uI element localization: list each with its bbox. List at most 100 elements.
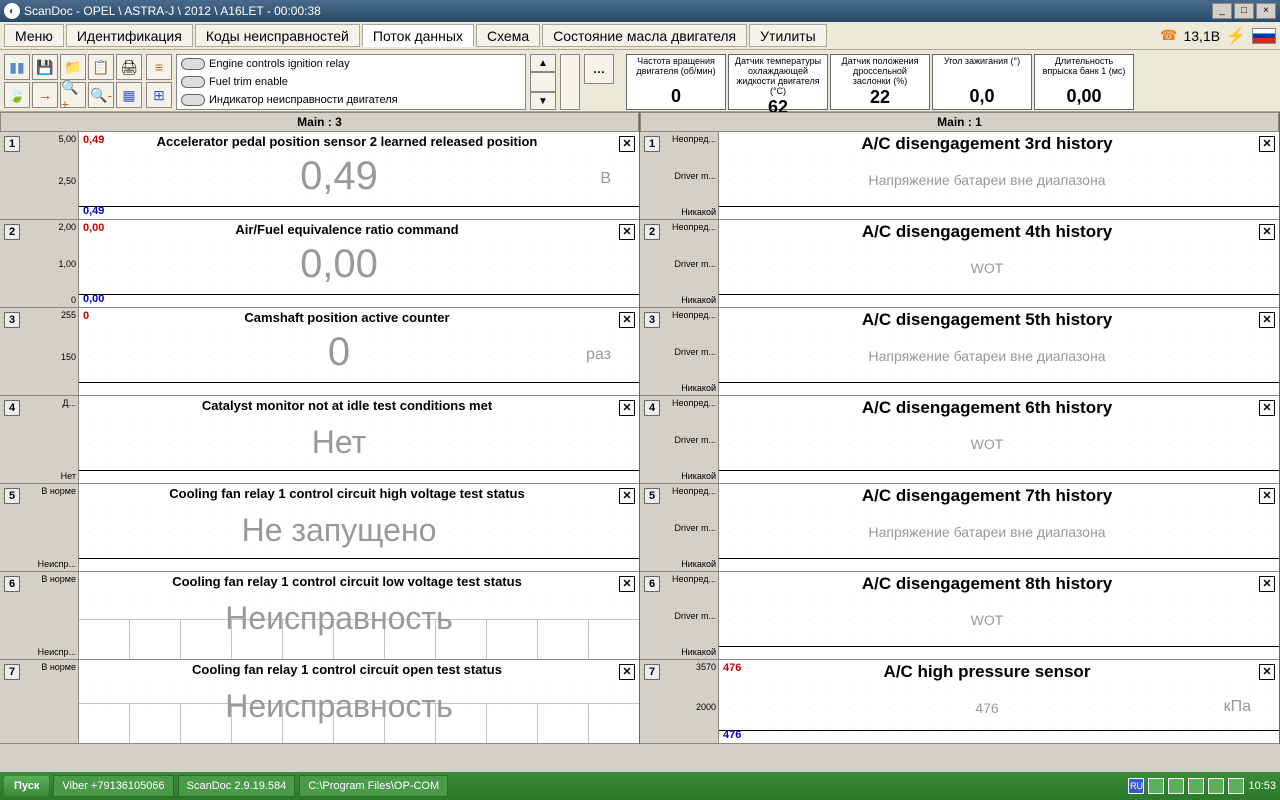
chart-area[interactable]: A/C disengagement 3rd historyНапряжение … xyxy=(718,132,1279,219)
chart-area[interactable]: A/C disengagement 7th historyНапряжение … xyxy=(718,484,1279,571)
taskbar-task[interactable]: Viber +79136105066 xyxy=(53,775,173,797)
item-close-button[interactable]: ✕ xyxy=(619,576,635,592)
item-number[interactable]: 3 xyxy=(644,312,660,328)
item-close-button[interactable]: ✕ xyxy=(619,664,635,680)
gauge-label: Угол зажигания (°) xyxy=(944,57,1020,67)
item-close-button[interactable]: ✕ xyxy=(1259,576,1275,592)
item-number[interactable]: 2 xyxy=(644,224,660,240)
param-label: Fuel trim enable xyxy=(209,76,288,88)
tray-icon[interactable] xyxy=(1148,778,1164,794)
flag-ru-icon[interactable] xyxy=(1252,28,1276,44)
item-number[interactable]: 4 xyxy=(644,400,660,416)
scroll-track[interactable] xyxy=(530,72,556,92)
item-close-button[interactable]: ✕ xyxy=(619,224,635,240)
tab-2[interactable]: Коды неисправностей xyxy=(195,24,360,47)
item-title: A/C disengagement 3rd history xyxy=(719,134,1255,154)
y-axis: 22,001,000 xyxy=(0,220,78,307)
folder-button[interactable]: 📁 xyxy=(60,54,86,80)
item-title: A/C disengagement 5th history xyxy=(719,310,1255,330)
tab-6[interactable]: Утилиты xyxy=(749,24,827,47)
zoom-out-button[interactable]: 🔍- xyxy=(88,82,114,108)
tray-clock: 10:53 xyxy=(1248,780,1276,792)
item-number[interactable]: 3 xyxy=(4,312,20,328)
item-number[interactable]: 5 xyxy=(644,488,660,504)
tray-icon[interactable] xyxy=(1228,778,1244,794)
item-close-button[interactable]: ✕ xyxy=(619,312,635,328)
item-number[interactable]: 6 xyxy=(644,576,660,592)
minimize-button[interactable]: _ xyxy=(1212,3,1232,19)
tab-1[interactable]: Идентификация xyxy=(66,24,193,47)
scroll-up-button[interactable]: ▲ xyxy=(530,54,556,72)
item-close-button[interactable]: ✕ xyxy=(619,400,635,416)
leaf-button[interactable]: 🍃 xyxy=(4,82,30,108)
tray-icon[interactable] xyxy=(1208,778,1224,794)
item-close-button[interactable]: ✕ xyxy=(619,488,635,504)
chart-area[interactable]: A/C disengagement 6th historyWOT✕ xyxy=(718,396,1279,483)
tab-5[interactable]: Состояние масла двигателя xyxy=(542,24,747,47)
tray-lang[interactable]: RU xyxy=(1128,778,1144,794)
chart-area[interactable]: Catalyst monitor not at idle test condit… xyxy=(78,396,639,483)
copy-button[interactable]: 📋 xyxy=(88,54,114,80)
mark-bot: 0,00 xyxy=(83,293,104,305)
maximize-button[interactable]: □ xyxy=(1234,3,1254,19)
tray-icon[interactable] xyxy=(1168,778,1184,794)
item-number[interactable]: 1 xyxy=(4,136,20,152)
more-button[interactable]: … xyxy=(584,54,614,84)
param-row[interactable]: Fuel trim enable xyxy=(177,73,525,91)
item-number[interactable]: 6 xyxy=(4,576,20,592)
item-close-button[interactable]: ✕ xyxy=(619,136,635,152)
zoom-in-button[interactable]: 🔍+ xyxy=(60,82,86,108)
tab-0[interactable]: Меню xyxy=(4,24,64,47)
print-button[interactable]: 🖨 xyxy=(116,54,142,80)
param-row[interactable]: Клапан продувки адсорбера xyxy=(177,109,525,110)
item-number[interactable]: 2 xyxy=(4,224,20,240)
item-close-button[interactable]: ✕ xyxy=(1259,488,1275,504)
item-subvalue: WOT xyxy=(719,260,1255,276)
chart-area[interactable]: A/C disengagement 4th historyWOT✕ xyxy=(718,220,1279,307)
item-close-button[interactable]: ✕ xyxy=(1259,312,1275,328)
close-button[interactable]: × xyxy=(1256,3,1276,19)
pause-button[interactable]: ▮▮ xyxy=(4,54,30,80)
chart-area[interactable]: Cooling fan relay 1 control circuit open… xyxy=(78,660,639,743)
item-close-button[interactable]: ✕ xyxy=(1259,224,1275,240)
item-number[interactable]: 7 xyxy=(4,664,20,680)
start-button[interactable]: Пуск xyxy=(4,776,49,796)
chart-area[interactable]: Cooling fan relay 1 control circuit low … xyxy=(78,572,639,659)
y-axis: 3255150 xyxy=(0,308,78,395)
taskbar-task[interactable]: C:\Program Files\OP-COM xyxy=(299,775,448,797)
list-button[interactable]: ≡ xyxy=(146,54,172,80)
toggle-icon[interactable] xyxy=(181,94,205,106)
item-number[interactable]: 1 xyxy=(644,136,660,152)
item-close-button[interactable]: ✕ xyxy=(1259,136,1275,152)
tab-3[interactable]: Поток данных xyxy=(362,24,474,47)
tab-4[interactable]: Схема xyxy=(476,24,540,47)
chart-area[interactable]: 0,490,49Accelerator pedal position senso… xyxy=(78,132,639,219)
grid-button[interactable]: ▦ xyxy=(116,82,142,108)
item-close-button[interactable]: ✕ xyxy=(1259,664,1275,680)
item-title: A/C high pressure sensor xyxy=(719,662,1255,682)
apps-button[interactable]: ⊞ xyxy=(146,82,172,108)
parameter-list[interactable]: Engine controls ignition relay Fuel trim … xyxy=(176,54,526,110)
item-number[interactable]: 4 xyxy=(4,400,20,416)
data-item: 4Неопред...Driver m...НикакойA/C disenga… xyxy=(640,396,1279,484)
arrow-button[interactable]: → xyxy=(32,82,58,108)
item-number[interactable]: 5 xyxy=(4,488,20,504)
chart-area[interactable]: A/C disengagement 5th historyНапряжение … xyxy=(718,308,1279,395)
param-row[interactable]: Индикатор неисправности двигателя xyxy=(177,91,525,109)
chart-area[interactable]: Cooling fan relay 1 control circuit high… xyxy=(78,484,639,571)
chart-area[interactable]: A/C disengagement 8th historyWOT✕ xyxy=(718,572,1279,659)
toggle-icon[interactable] xyxy=(181,58,205,70)
data-item: 4Д...НетCatalyst monitor not at idle tes… xyxy=(0,396,639,484)
taskbar-task[interactable]: ScanDoc 2.9.19.584 xyxy=(178,775,296,797)
chart-area[interactable]: 476476A/C high pressure sensor476кПа✕ xyxy=(718,660,1279,743)
chart-area[interactable]: 0Camshaft position active counter0раз✕ xyxy=(78,308,639,395)
tray-icon[interactable] xyxy=(1188,778,1204,794)
chart-area[interactable]: 0,000,00Air/Fuel equivalence ratio comma… xyxy=(78,220,639,307)
data-item: 735702000476476A/C high pressure sensor4… xyxy=(640,660,1279,744)
param-row[interactable]: Engine controls ignition relay xyxy=(177,55,525,73)
toggle-icon[interactable] xyxy=(181,76,205,88)
item-close-button[interactable]: ✕ xyxy=(1259,400,1275,416)
scroll-down-button[interactable]: ▼ xyxy=(530,92,556,110)
save-button[interactable]: 💾 xyxy=(32,54,58,80)
item-number[interactable]: 7 xyxy=(644,664,660,680)
